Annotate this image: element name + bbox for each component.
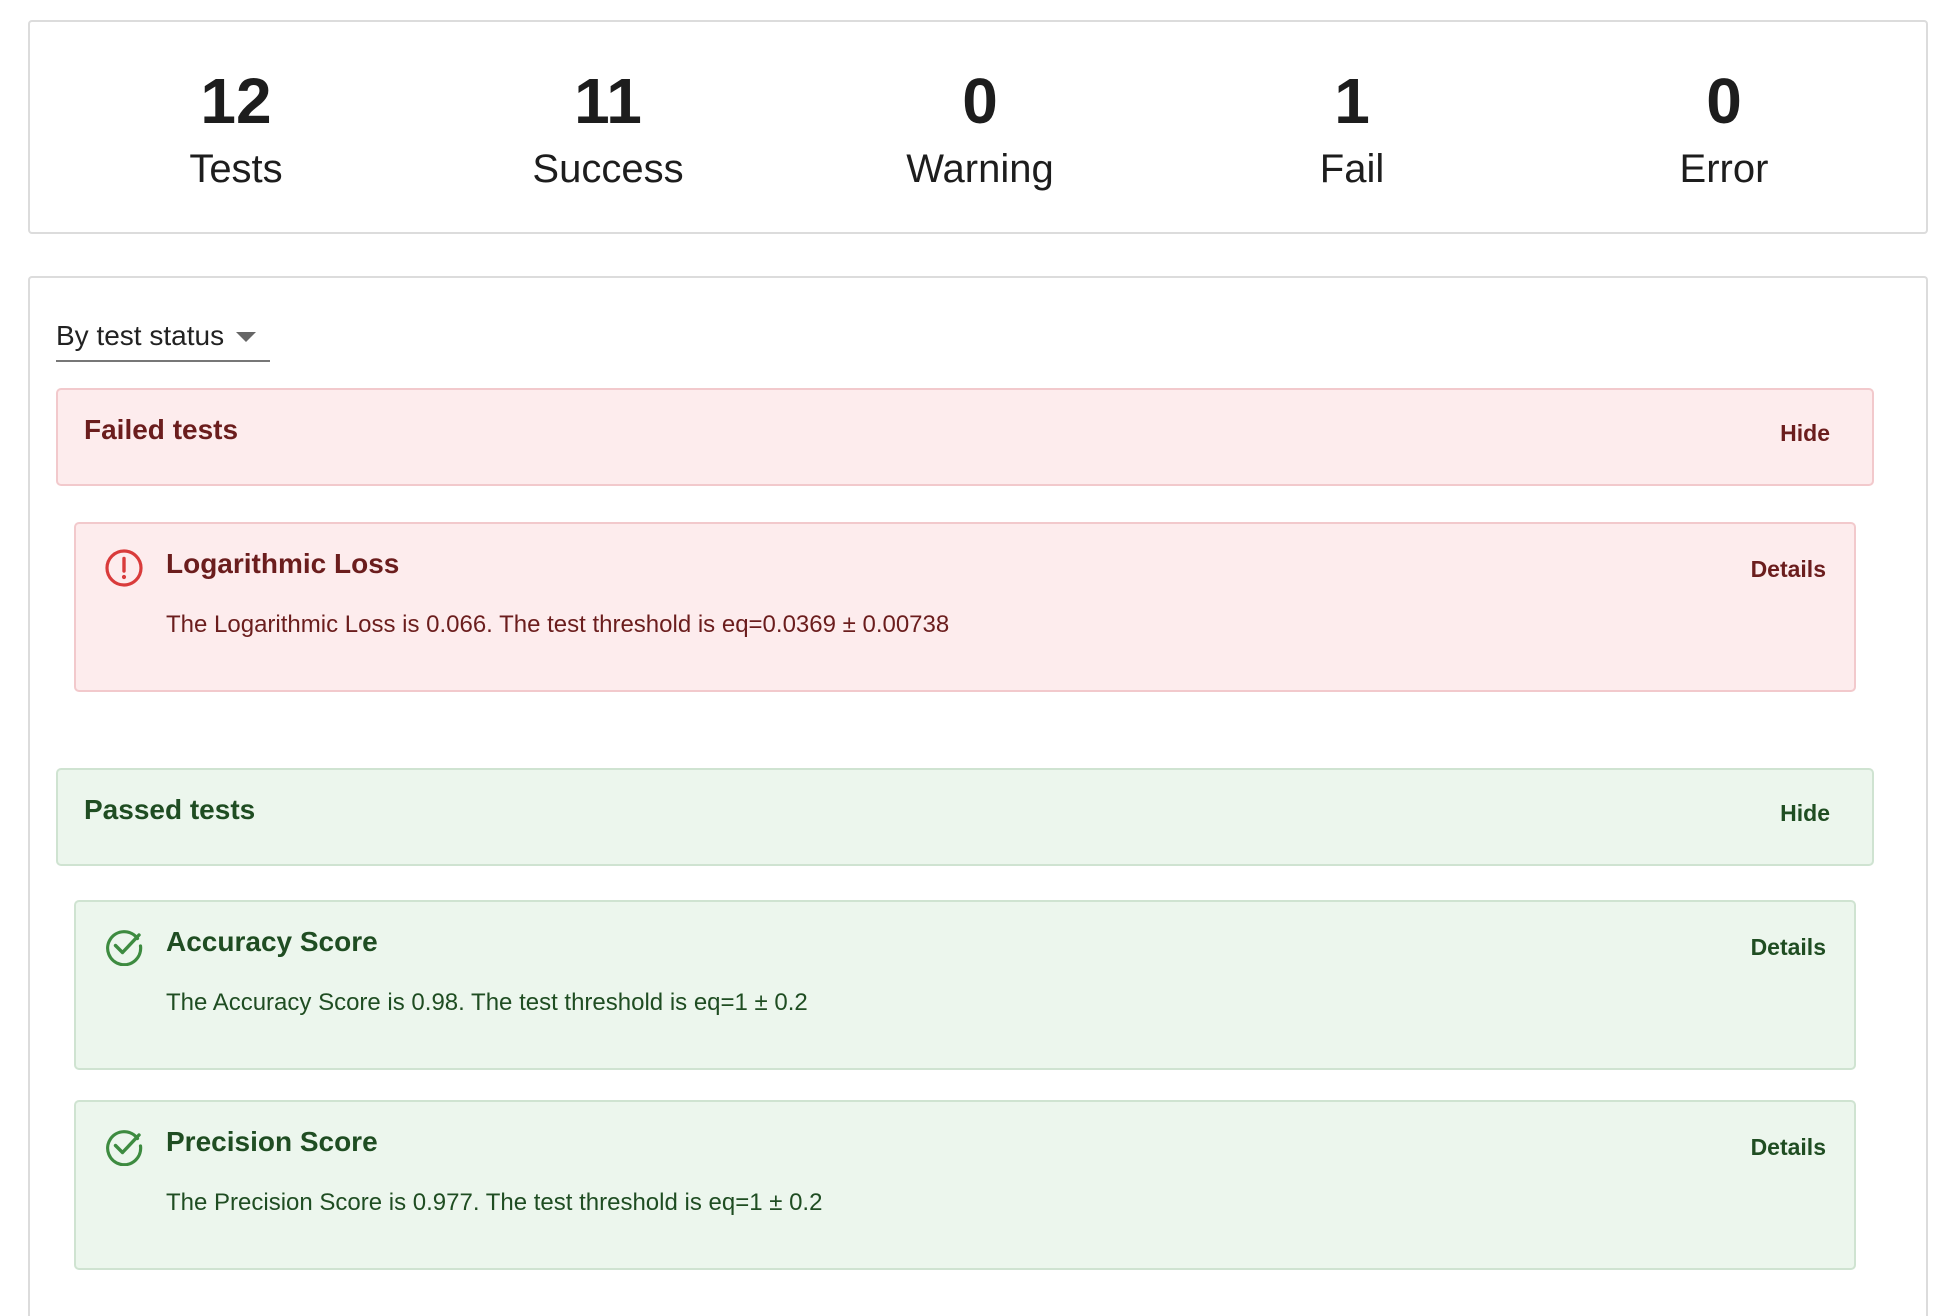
test-description: The Logarithmic Loss is 0.066. The test … bbox=[166, 611, 950, 638]
stat-tests-label: Tests bbox=[189, 147, 283, 191]
test-description: The Precision Score is 0.977. The test t… bbox=[166, 1189, 823, 1216]
stat-error-label: Error bbox=[1679, 147, 1769, 191]
passed-tests-title: Passed tests bbox=[84, 794, 256, 825]
stat-tests-value: 12 bbox=[200, 65, 272, 137]
details-button[interactable]: Details bbox=[1751, 932, 1826, 962]
stat-warning-label: Warning bbox=[906, 147, 1054, 191]
test-description: The Accuracy Score is 0.98. The test thr… bbox=[166, 989, 808, 1016]
stat-error-value: 0 bbox=[1706, 65, 1742, 137]
stat-warning-value: 0 bbox=[962, 65, 998, 137]
alert-circle-icon bbox=[105, 549, 143, 587]
details-button[interactable]: Details bbox=[1751, 1132, 1826, 1162]
stat-success-value: 11 bbox=[574, 65, 642, 137]
passed-tests-header: Passed tests Hide bbox=[56, 768, 1874, 866]
test-name: Precision Score bbox=[166, 1126, 378, 1157]
stat-fail-label: Fail bbox=[1319, 147, 1385, 191]
test-card-precision-score: Precision Score Details The Precision Sc… bbox=[74, 1100, 1856, 1270]
hide-passed-button[interactable]: Hide bbox=[1780, 798, 1830, 828]
test-results-panel: By test status Failed tests Hide Logarit… bbox=[28, 276, 1928, 1316]
group-by-dropdown[interactable]: By test status bbox=[56, 318, 270, 362]
caret-down-icon bbox=[236, 332, 256, 342]
test-name: Logarithmic Loss bbox=[166, 548, 400, 579]
check-circle-icon bbox=[106, 1130, 143, 1166]
details-button[interactable]: Details bbox=[1751, 554, 1826, 584]
failed-tests-header: Failed tests Hide bbox=[56, 388, 1874, 486]
test-name: Accuracy Score bbox=[166, 926, 378, 957]
failed-tests-title: Failed tests bbox=[84, 414, 239, 445]
check-circle-icon bbox=[106, 930, 143, 966]
group-by-selected-label: By test status bbox=[56, 320, 225, 351]
test-summary: 12 Tests 11 Success 0 Warning 1 Fail 0 E… bbox=[28, 20, 1928, 234]
hide-failed-button[interactable]: Hide bbox=[1780, 418, 1830, 448]
stat-success-label: Success bbox=[532, 147, 684, 191]
test-card-logarithmic-loss: Logarithmic Loss Details The Logarithmic… bbox=[74, 522, 1856, 692]
stat-fail-value: 1 bbox=[1334, 65, 1370, 137]
test-card-accuracy-score: Accuracy Score Details The Accuracy Scor… bbox=[74, 900, 1856, 1070]
